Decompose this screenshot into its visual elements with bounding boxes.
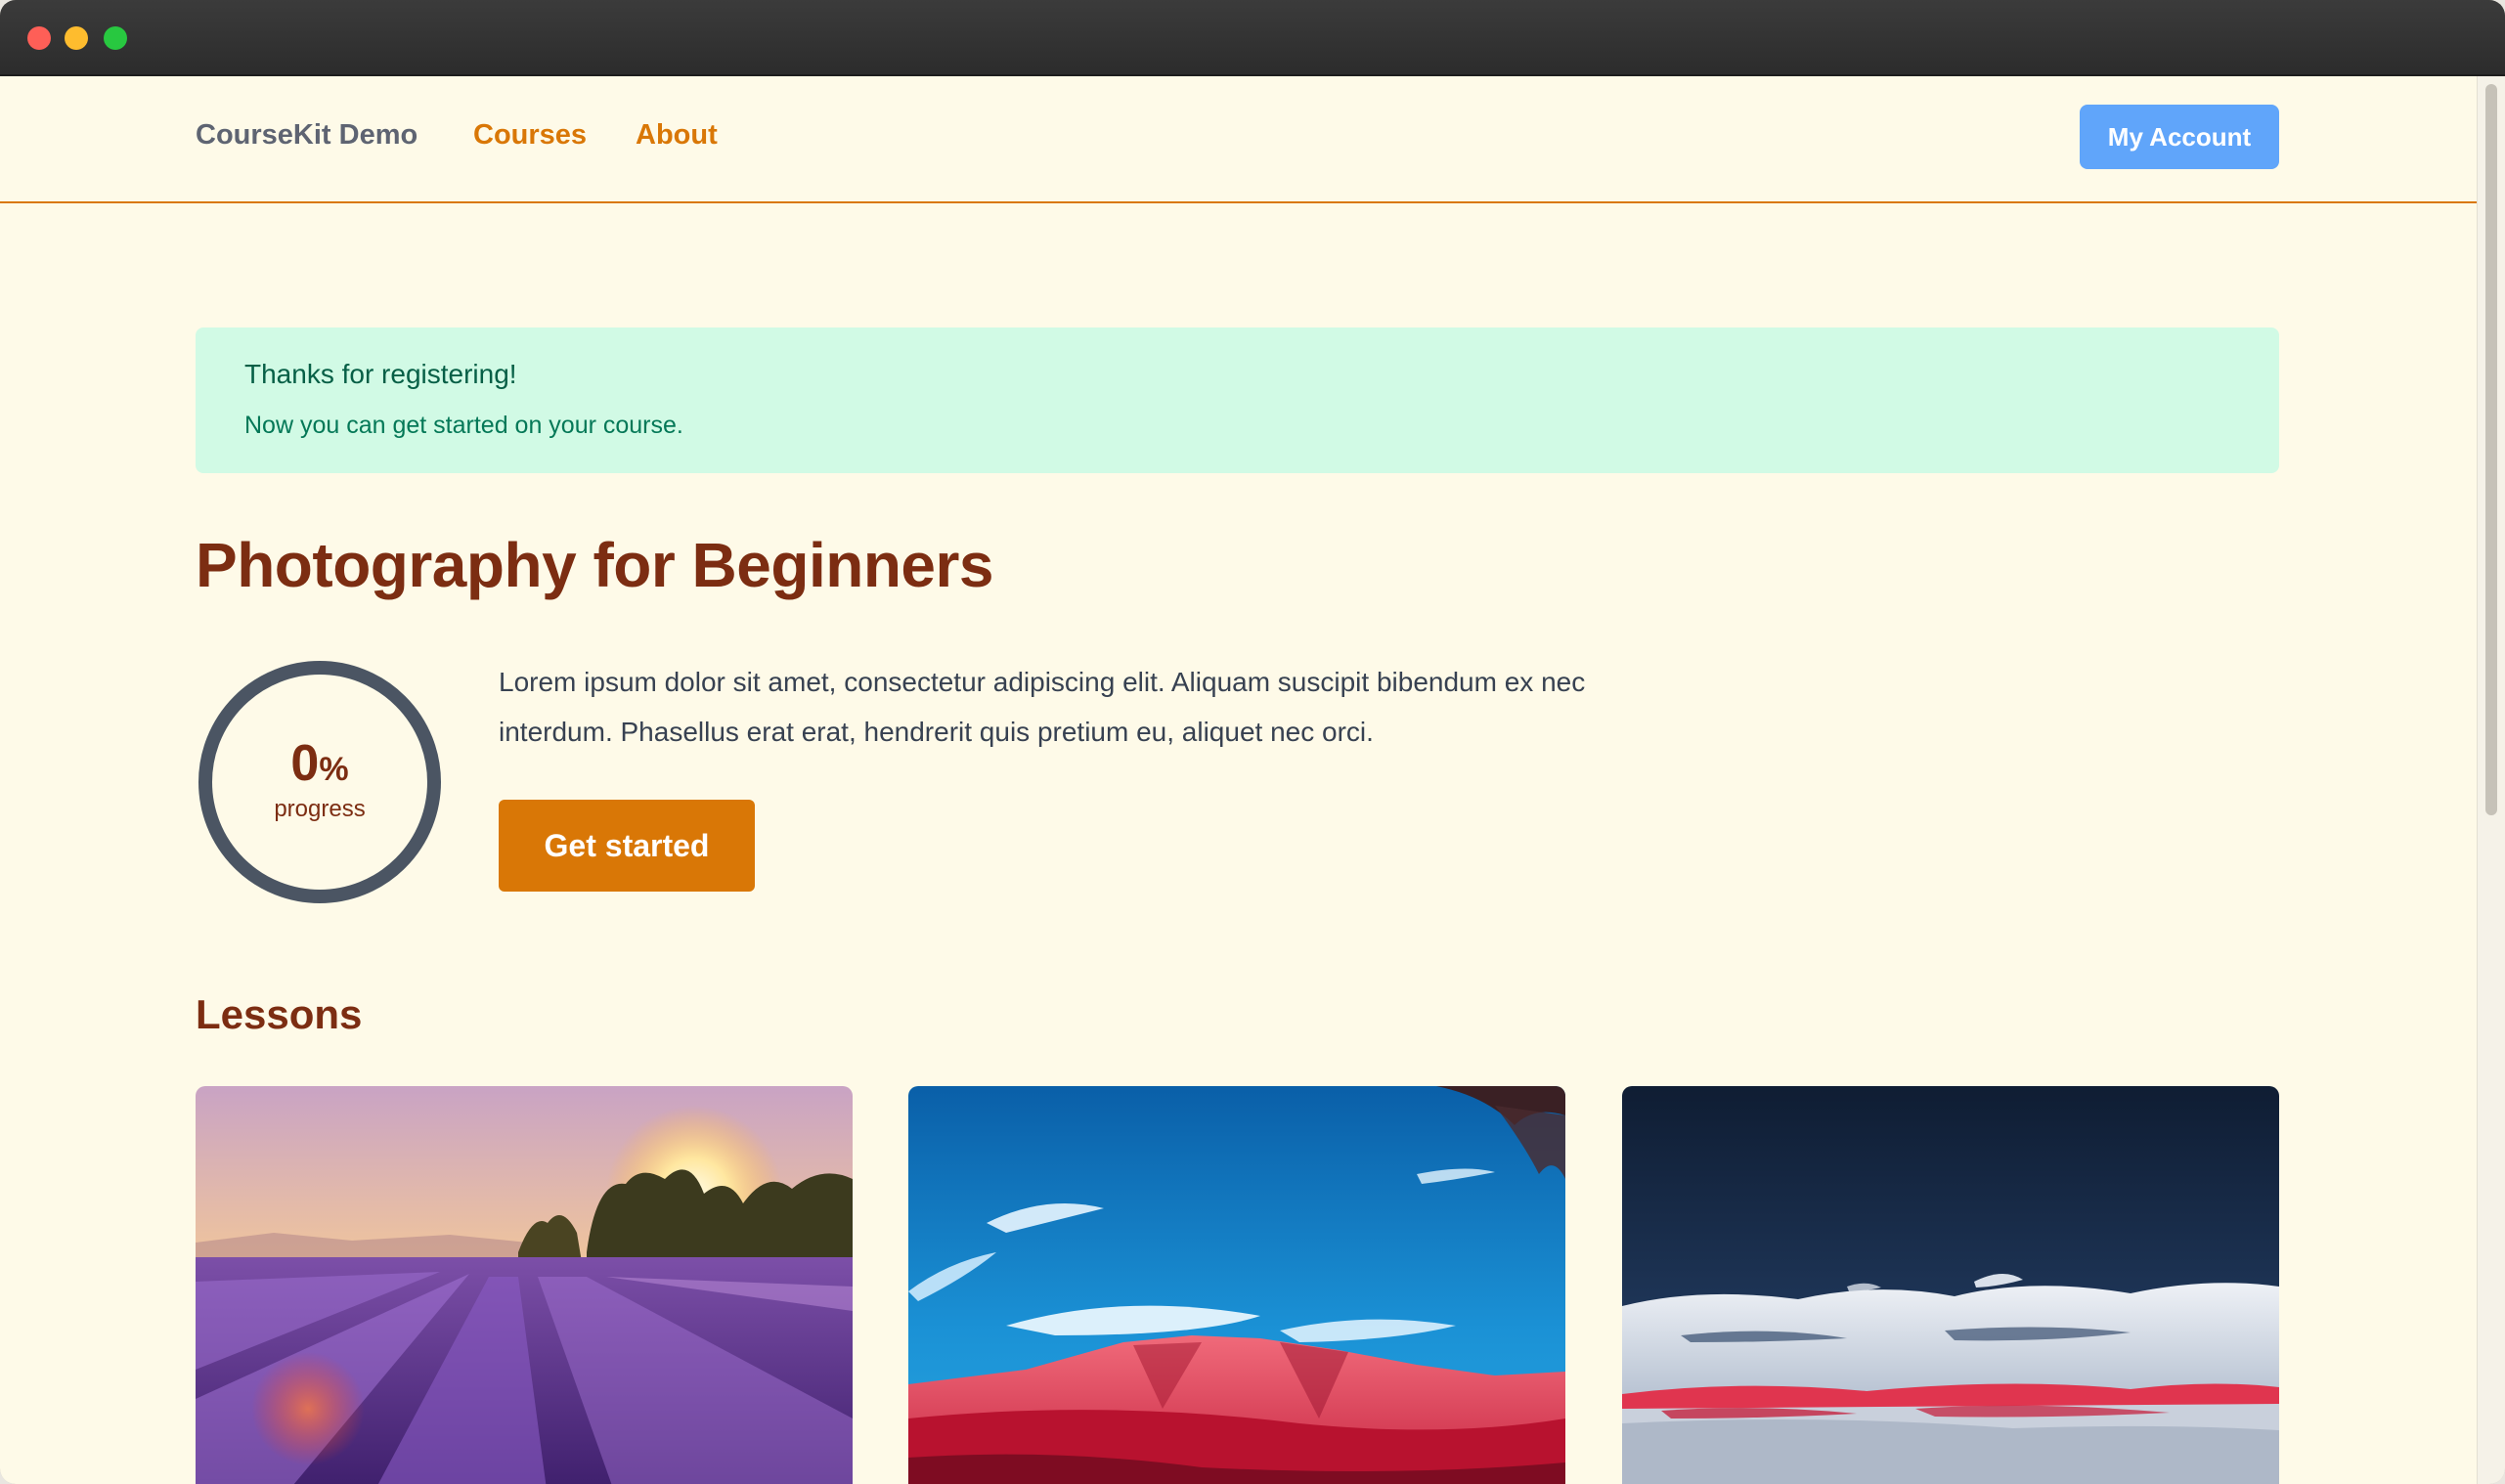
nav-link-courses[interactable]: Courses: [473, 119, 587, 152]
get-started-button[interactable]: Get started: [499, 800, 755, 892]
progress-number: 0: [290, 735, 320, 792]
maximize-window-icon[interactable]: [104, 26, 127, 50]
alert-title: Thanks for registering!: [244, 359, 517, 389]
lessons-heading: Lessons: [196, 991, 363, 1037]
browser-window: CourseKit Demo Courses About My Account …: [0, 0, 2505, 1484]
progress-unit: %: [319, 751, 349, 788]
brand-link[interactable]: CourseKit Demo: [196, 119, 418, 152]
lesson-card[interactable]: [196, 1086, 853, 1484]
lesson-card[interactable]: [1622, 1086, 2279, 1484]
close-window-icon[interactable]: [27, 26, 51, 50]
course-title: Photography for Beginners: [196, 530, 994, 600]
progress-ring: 0%: [196, 658, 444, 906]
window-titlebar: [0, 0, 2505, 76]
page-scrollbar[interactable]: [2477, 76, 2505, 1484]
scrollbar-thumb[interactable]: [2485, 84, 2497, 815]
course-description: Lorem ipsum dolor sit amet, consectetur …: [499, 667, 1586, 747]
progress-value: 0%: [196, 734, 444, 793]
red-infrared-mountain-blue-sky-photo: [908, 1086, 1565, 1484]
page-content: CourseKit Demo Courses About My Account …: [0, 76, 2478, 1484]
nav-link-about[interactable]: About: [636, 119, 718, 152]
registration-alert: Thanks for registering! Now you can get …: [196, 327, 2279, 473]
minimize-window-icon[interactable]: [65, 26, 88, 50]
alert-message: Now you can get started on your course.: [244, 412, 683, 439]
infrared-landscape-night-sky-photo: [1622, 1086, 2279, 1484]
lesson-card[interactable]: [908, 1086, 1565, 1484]
lavender-field-sunset-photo: [196, 1086, 853, 1484]
progress-label: progress: [274, 796, 366, 822]
navbar: CourseKit Demo Courses About My Account: [0, 76, 2478, 203]
my-account-button[interactable]: My Account: [2080, 105, 2279, 169]
